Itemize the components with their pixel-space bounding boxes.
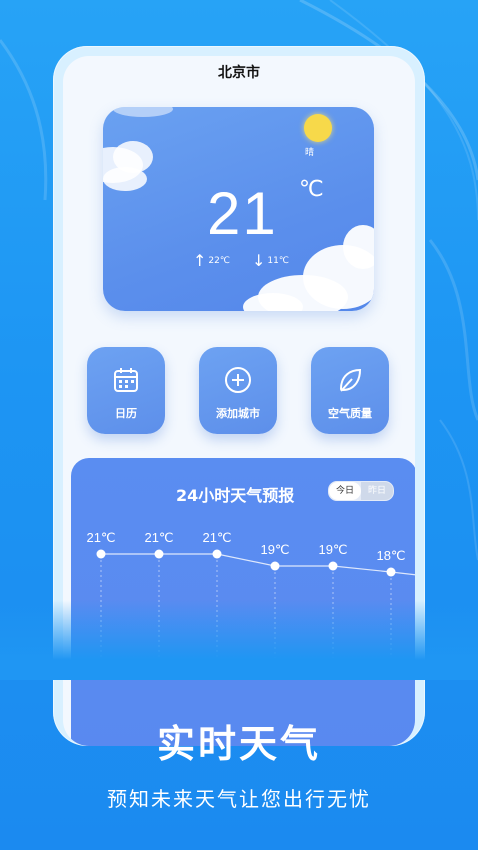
high-temp-value: 22℃ (208, 256, 230, 266)
hour-point (328, 561, 338, 571)
calendar-icon (114, 368, 138, 392)
toggle-today[interactable]: 今日 (329, 482, 362, 500)
high-temp: ↑ 22℃ (193, 253, 230, 269)
toggle-yesterday[interactable]: 昨日 (361, 482, 394, 500)
hour-temp-label: 19℃ (260, 542, 289, 557)
air-quality-label: 空气质量 (328, 407, 372, 420)
temperature-unit: ℃ (299, 177, 324, 202)
low-temp: ↓ 11℃ (252, 253, 289, 269)
condition-text: 晴 (305, 148, 315, 158)
city-title[interactable]: 北京市 (63, 62, 415, 82)
current-weather-card[interactable]: 晴 21 ℃ ↑ 22℃ ↓ 11℃ (103, 107, 374, 311)
add-city-label: 添加城市 (216, 407, 260, 420)
hour-temp-label: 21℃ (86, 530, 115, 545)
temperature-line (101, 553, 415, 576)
plus-circle-icon (225, 367, 251, 393)
calendar-button[interactable]: 日历 (87, 347, 165, 434)
hour-temp-label: 21℃ (144, 530, 173, 545)
current-temperature: 21 (207, 180, 278, 247)
arrow-up-icon: ↑ (193, 251, 207, 270)
leaf-icon (339, 368, 362, 392)
fade-overlay (0, 600, 478, 680)
day-toggle[interactable]: 今日 昨日 (328, 481, 395, 501)
forecast-title: 24小时天气预报 (176, 486, 295, 505)
hour-temp-label: 19℃ (318, 542, 347, 557)
promo-headline: 实时天气 (156, 722, 321, 766)
calendar-label: 日历 (115, 407, 137, 420)
hour-point (270, 561, 280, 571)
add-city-button[interactable]: 添加城市 (199, 347, 277, 434)
air-quality-button[interactable]: 空气质量 (311, 347, 389, 434)
sun-icon (304, 114, 332, 142)
low-temp-value: 11℃ (267, 256, 289, 266)
hour-point (154, 549, 164, 559)
hour-temp-label: 18℃ (376, 548, 405, 563)
hour-point (212, 549, 222, 559)
hour-temp-label: 21℃ (202, 530, 231, 545)
hour-point (386, 567, 396, 577)
arrow-down-icon: ↓ (252, 251, 266, 270)
promo-subline: 预知未来天气让您出行无忧 (107, 787, 371, 811)
hour-point (96, 549, 106, 559)
